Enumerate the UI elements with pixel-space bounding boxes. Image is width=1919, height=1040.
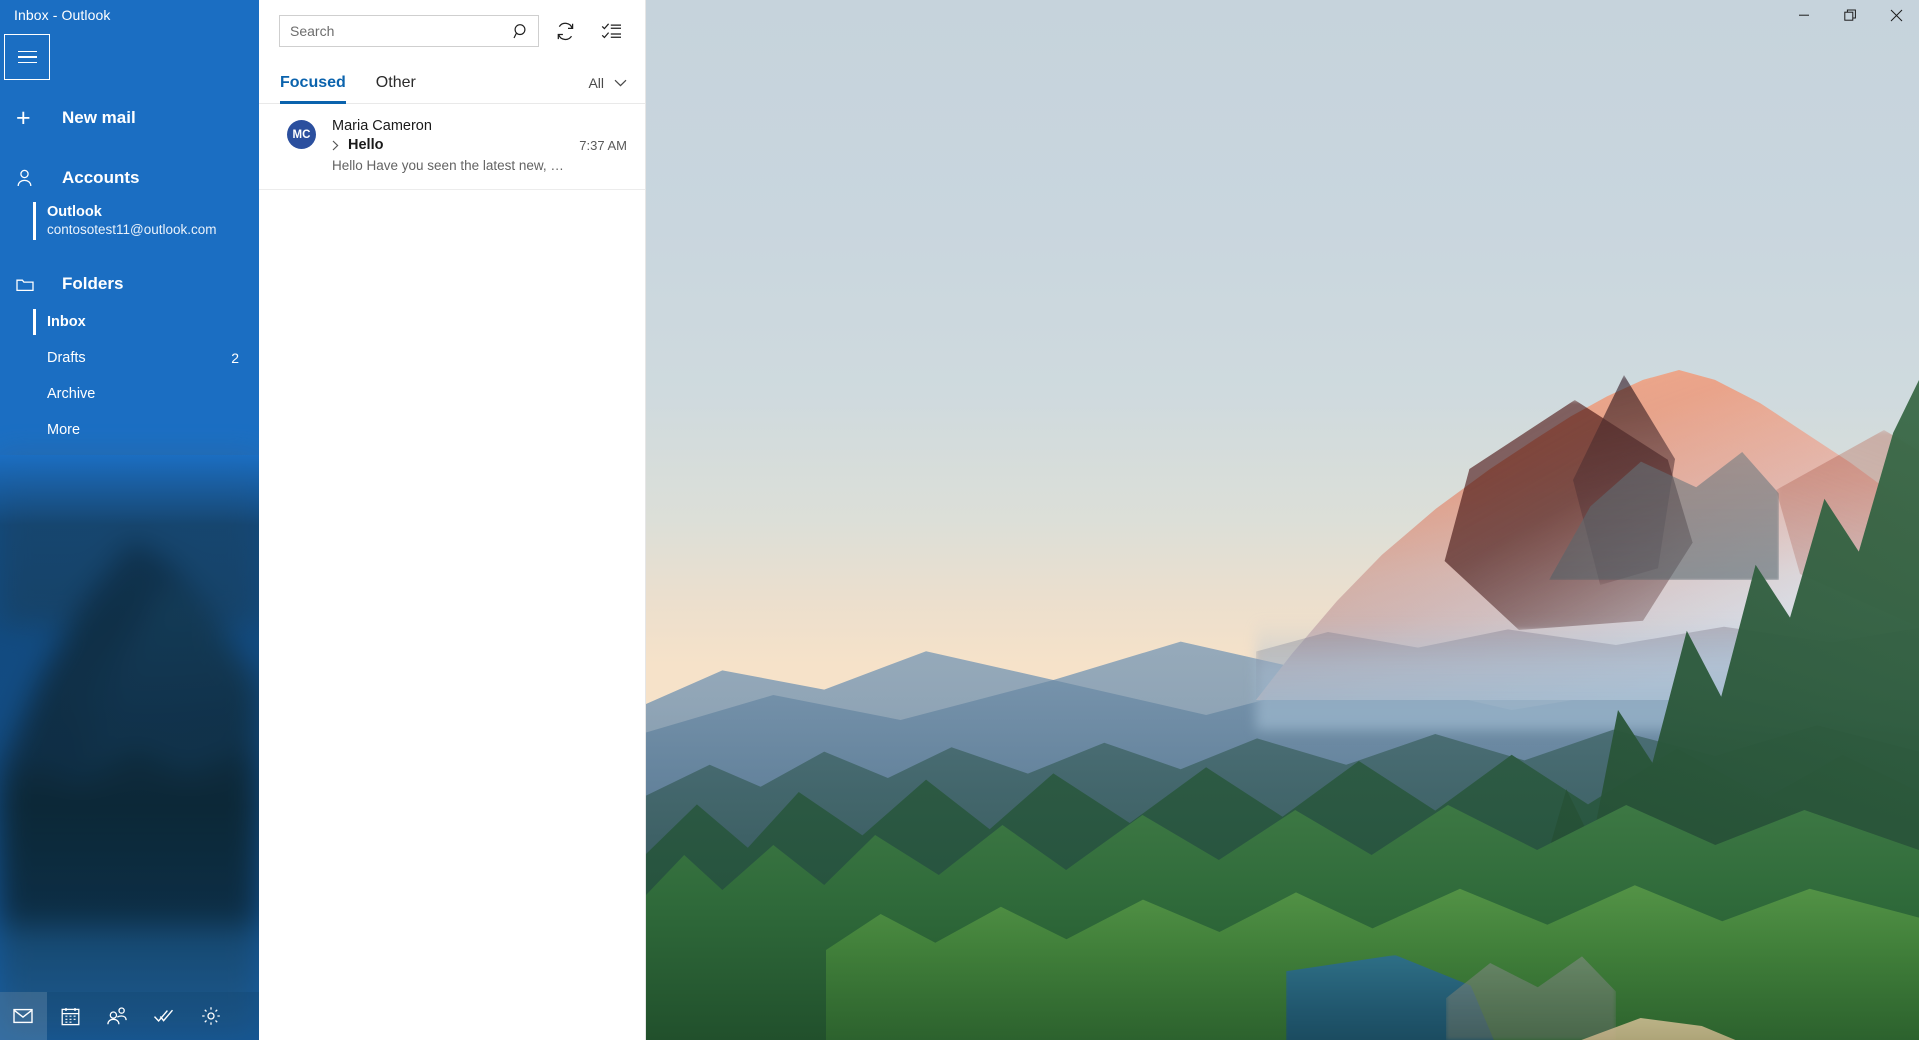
accounts-header[interactable]: Accounts <box>0 158 259 198</box>
person-icon <box>16 169 40 187</box>
list-toolbar <box>259 0 645 62</box>
folder-count: 2 <box>231 350 239 366</box>
restore-button[interactable] <box>1827 0 1873 30</box>
gear-icon <box>201 1007 220 1025</box>
settings-tab[interactable] <box>187 992 234 1040</box>
message-time: 7:37 AM <box>579 137 627 153</box>
account-address: contosotest11@outlook.com <box>47 222 217 237</box>
search-icon[interactable] <box>512 22 530 40</box>
list-item[interactable]: MC Maria Cameron Hello 7:37 AM Hello Hav… <box>259 104 645 190</box>
mail-tab[interactable] <box>0 992 47 1040</box>
folder-label: More <box>47 422 81 438</box>
search-input[interactable] <box>280 16 538 46</box>
sync-button[interactable] <box>545 11 585 51</box>
search-box[interactable] <box>279 15 539 47</box>
mail-icon <box>13 1008 34 1024</box>
message-sender: Maria Cameron <box>332 118 432 134</box>
sidebar-account-outlook[interactable]: Outlook contosotest11@outlook.com <box>0 198 259 244</box>
tab-other[interactable]: Other <box>376 62 416 104</box>
restore-icon <box>1843 9 1856 21</box>
selection-indicator <box>33 309 36 335</box>
outlook-app-window: Inbox - Outlook + New mail Accounts Outl… <box>0 0 1919 1040</box>
sync-icon <box>557 22 573 40</box>
sidebar-photo-overlay <box>0 455 259 1040</box>
selection-indicator <box>33 202 36 240</box>
hamburger-icon <box>17 47 37 68</box>
thread-expand-icon[interactable] <box>332 140 339 151</box>
window-controls <box>1781 0 1919 30</box>
close-icon <box>1890 9 1902 21</box>
todo-tab[interactable] <box>140 992 187 1040</box>
new-mail-button[interactable]: + New mail <box>0 98 259 138</box>
sidebar-folder-archive[interactable]: Archive <box>0 376 259 412</box>
sidebar-folder-more[interactable]: More <box>0 412 259 448</box>
plus-icon: + <box>16 103 31 132</box>
filter-label: All <box>588 74 604 91</box>
folders-header[interactable]: Folders <box>0 264 259 304</box>
minimize-icon <box>1799 14 1809 16</box>
message-preview: Hello Have you seen the latest new, … <box>332 158 564 173</box>
message-subject: Hello <box>348 137 384 153</box>
filter-dropdown[interactable]: All <box>588 75 627 91</box>
accounts-label: Accounts <box>62 168 140 187</box>
people-icon <box>107 1007 128 1025</box>
navigation-sidebar: Inbox - Outlook + New mail Accounts Outl… <box>0 0 259 1040</box>
sidebar-folder-inbox[interactable]: Inbox <box>0 304 259 340</box>
sidebar-app-tabs <box>0 992 259 1040</box>
select-list-icon <box>601 22 621 38</box>
folders-label: Folders <box>62 274 124 293</box>
hamburger-menu-button[interactable] <box>4 34 50 80</box>
close-button[interactable] <box>1873 0 1919 30</box>
minimize-button[interactable] <box>1781 0 1827 30</box>
folder-label: Archive <box>47 386 96 402</box>
new-mail-label: New mail <box>62 108 136 127</box>
folder-label: Drafts <box>47 350 86 366</box>
avatar: MC <box>287 120 316 149</box>
checkmark-icon <box>154 1009 174 1022</box>
calendar-tab[interactable] <box>47 992 94 1040</box>
message-list-pane: Focused Other All MC Maria Cameron <box>259 0 646 1040</box>
reading-pane <box>646 0 1919 1040</box>
select-mode-button[interactable] <box>591 11 631 51</box>
window-title: Inbox - Outlook <box>14 7 111 23</box>
folder-label: Inbox <box>47 314 86 330</box>
chevron-down-icon <box>614 79 627 86</box>
account-name: Outlook <box>47 204 102 220</box>
people-tab[interactable] <box>94 992 141 1040</box>
focused-other-pivot: Focused Other All <box>259 62 645 104</box>
folder-icon <box>16 277 40 292</box>
sidebar-folder-drafts[interactable]: Drafts 2 <box>0 340 259 376</box>
calendar-icon <box>61 1007 80 1025</box>
tab-focused[interactable]: Focused <box>280 62 346 104</box>
